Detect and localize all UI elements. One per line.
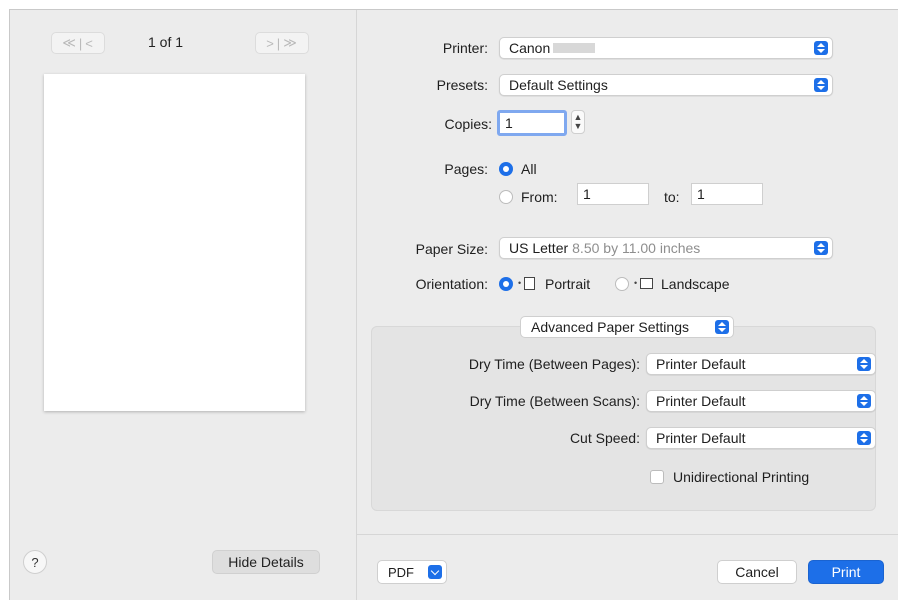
paper-size-value: US Letter (509, 240, 569, 256)
paper-size-dims: 8.50 by 11.00 inches (572, 240, 701, 256)
pages-to-field[interactable]: 1 (691, 183, 763, 205)
dry-scans-select[interactable]: Printer Default (646, 390, 876, 412)
presets-select[interactable]: Default Settings (499, 74, 833, 96)
help-button[interactable]: ? (23, 550, 47, 574)
dry-pages-label: Dry Time (Between Pages): (468, 356, 640, 372)
presets-label: Presets: (436, 77, 488, 93)
updown-arrows-icon (814, 78, 828, 92)
next-page-icon[interactable]: > (266, 36, 275, 51)
pages-to-label: to: (664, 189, 680, 205)
cut-speed-value: Printer Default (656, 430, 746, 446)
paper-size-label: Paper Size: (415, 241, 488, 257)
cut-speed-select[interactable]: Printer Default (646, 427, 876, 449)
dry-scans-label: Dry Time (Between Scans): (469, 393, 640, 409)
portrait-label: Portrait (545, 276, 591, 292)
dry-pages-value: Printer Default (656, 356, 746, 372)
orientation-arrow-icon: • (634, 278, 638, 288)
paper-size-select[interactable]: US Letter 8.50 by 11.00 inches (499, 237, 833, 259)
portrait-icon (524, 277, 535, 290)
dry-scans-value: Printer Default (656, 393, 746, 409)
landscape-label: Landscape (661, 276, 730, 292)
orientation-arrow-icon: • (518, 278, 522, 288)
pdf-label: PDF (388, 564, 414, 580)
updown-arrows-icon (814, 41, 828, 55)
orientation-label: Orientation: (415, 276, 488, 292)
pdf-menu-button[interactable]: PDF (377, 560, 447, 584)
printer-label: Printer: (442, 40, 488, 56)
cut-speed-label: Cut Speed: (569, 430, 640, 446)
page-count: 1 of 1 (148, 34, 184, 50)
chevron-down-icon[interactable]: ▼ (574, 122, 583, 131)
first-prev-page-button[interactable]: ≪ | < (51, 32, 105, 54)
dry-pages-select[interactable]: Printer Default (646, 353, 876, 375)
copies-field[interactable]: 1 (497, 110, 567, 136)
first-page-icon[interactable]: ≪ (62, 35, 77, 51)
landscape-icon (640, 278, 653, 289)
pages-all-radio[interactable] (499, 162, 513, 176)
next-last-page-button[interactable]: > | ≫ (255, 32, 309, 54)
copies-label: Copies: (444, 116, 492, 132)
advanced-section-select[interactable]: Advanced Paper Settings (520, 316, 734, 338)
unidirectional-label: Unidirectional Printing (673, 469, 810, 485)
unidirectional-checkbox[interactable] (650, 470, 664, 484)
redacted-printer-name (553, 43, 596, 53)
printer-value: Canon (509, 40, 551, 56)
updown-arrows-icon (857, 431, 871, 445)
portrait-radio[interactable] (499, 277, 513, 291)
hide-details-button[interactable]: Hide Details (212, 550, 320, 574)
copies-stepper[interactable]: ▲ ▼ (571, 110, 585, 134)
last-page-icon[interactable]: ≫ (283, 35, 298, 51)
updown-arrows-icon (857, 357, 871, 371)
updown-arrows-icon (814, 241, 828, 255)
pages-from-label: From: (521, 189, 558, 205)
page-preview (44, 74, 305, 411)
printer-select[interactable]: Canon (499, 37, 833, 59)
updown-arrows-icon (715, 320, 729, 334)
advanced-section-label: Advanced Paper Settings (531, 319, 689, 335)
prev-page-icon[interactable]: < (85, 36, 94, 51)
pages-from-radio[interactable] (499, 190, 513, 204)
pages-from-field[interactable]: 1 (577, 183, 649, 205)
print-button[interactable]: Print (808, 560, 884, 584)
pages-all-label: All (521, 161, 537, 177)
cancel-button[interactable]: Cancel (717, 560, 797, 584)
chevron-down-icon (428, 565, 442, 579)
presets-value: Default Settings (509, 77, 608, 93)
pages-label: Pages: (444, 161, 488, 177)
landscape-radio[interactable] (615, 277, 629, 291)
updown-arrows-icon (857, 394, 871, 408)
